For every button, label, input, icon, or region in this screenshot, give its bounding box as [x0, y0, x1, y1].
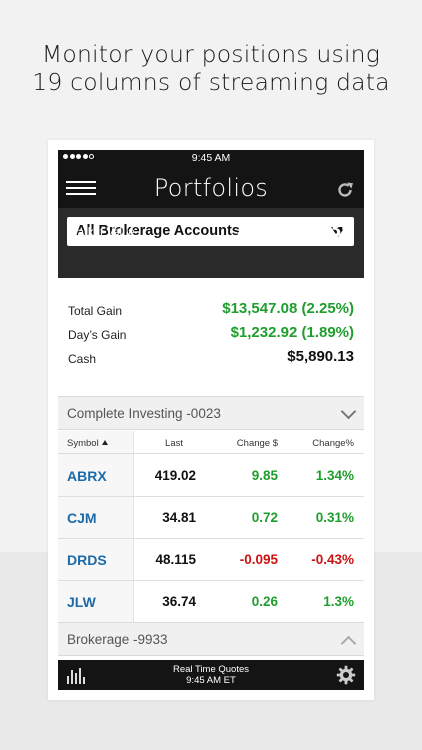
cell-symbol[interactable]: JLW: [67, 594, 96, 610]
headline-line-1: Monitor your positions using: [41, 40, 381, 68]
top-bar: 9:45 AM Portfolios: [58, 150, 364, 208]
cell-change-pct: -0.43%: [311, 552, 354, 567]
headline-line-2: 19 columns of streaming data: [32, 68, 390, 96]
cell-symbol[interactable]: CJM: [67, 510, 97, 526]
app-screen: 9:45 AM Portfolios All Brokerage Account…: [58, 150, 364, 690]
column-header-symbol[interactable]: Symbol: [67, 438, 108, 449]
bottom-bar: Real Time Quotes 9:45 AM ET: [58, 660, 364, 690]
marketing-headline: Monitor your positions using 19 columns …: [0, 40, 422, 96]
table-row[interactable]: DRDS 48.115 -0.095 -0.43%: [58, 539, 364, 581]
chevron-down-icon[interactable]: [340, 403, 357, 420]
cell-change: 0.26: [251, 594, 278, 609]
page-title: Portfolios: [153, 174, 269, 202]
section-label: Complete Investing -0023: [67, 406, 221, 421]
cell-last: 419.02: [154, 468, 196, 483]
column-header-change[interactable]: Change $: [237, 438, 278, 449]
cell-change-pct: 1.34%: [315, 468, 354, 483]
sort-ascending-icon: [101, 440, 108, 445]
section-header-brokerage[interactable]: Brokerage -9933: [58, 622, 364, 656]
section-header-complete-investing[interactable]: Complete Investing -0023: [58, 396, 364, 430]
status-time: 9:45 AM: [191, 152, 231, 164]
chevron-up-icon[interactable]: [340, 635, 357, 652]
summary-value: $5,890.13: [287, 348, 354, 365]
cell-change: -0.095: [239, 552, 278, 567]
summary-label: Day’s Gain: [68, 328, 127, 342]
summary-label: Total Gain: [68, 304, 123, 318]
cell-symbol[interactable]: DRDS: [67, 552, 107, 568]
realtime-quotes-status: Real Time Quotes 9:45 AM ET: [58, 664, 364, 686]
summary-row-days-gain: Day’s Gain $1,232.92 (1.89%): [58, 322, 364, 346]
cell-change: 9.85: [251, 468, 278, 483]
table-row[interactable]: CJM 34.81 0.72 0.31%: [58, 497, 364, 539]
market-value-label: Market Value: [68, 227, 135, 239]
realtime-time: 9:45 AM ET: [186, 675, 236, 686]
summary-value: $1,232.92 (1.89%): [230, 324, 354, 341]
column-header-change-pct[interactable]: Change%: [312, 438, 354, 449]
cell-change-pct: 1.3%: [323, 594, 354, 609]
market-value-amount: $54,491.35: [236, 216, 354, 243]
refresh-icon[interactable]: [335, 180, 355, 200]
cell-change-pct: 0.31%: [315, 510, 354, 525]
summary-label: Cash: [68, 352, 97, 366]
realtime-label: Real Time Quotes: [172, 664, 250, 675]
portfolio-summary: Total Gain $13,547.08 (2.25%) Day’s Gain…: [58, 298, 364, 370]
column-header-last[interactable]: Last: [165, 438, 183, 449]
table-row[interactable]: JLW 36.74 0.26 1.3%: [58, 581, 364, 623]
section-label: Brokerage -9933: [67, 632, 168, 647]
cell-last: 34.81: [162, 510, 196, 525]
cell-change: 0.72: [251, 510, 278, 525]
gear-icon[interactable]: [336, 665, 356, 685]
summary-row-cash: Cash $5,890.13: [58, 346, 364, 370]
summary-row-total-gain: Total Gain $13,547.08 (2.25%): [58, 298, 364, 322]
phone-frame: 9:45 AM Portfolios All Brokerage Account…: [48, 140, 374, 700]
summary-value: $13,547.08 (2.25%): [222, 300, 354, 317]
table-row[interactable]: ABRX 419.02 9.85 1.34%: [58, 455, 364, 497]
cell-last: 36.74: [162, 594, 196, 609]
table-header: Symbol Last Change $ Change%: [58, 431, 364, 454]
cell-symbol[interactable]: ABRX: [67, 468, 107, 484]
cell-last: 48.115: [155, 552, 196, 567]
